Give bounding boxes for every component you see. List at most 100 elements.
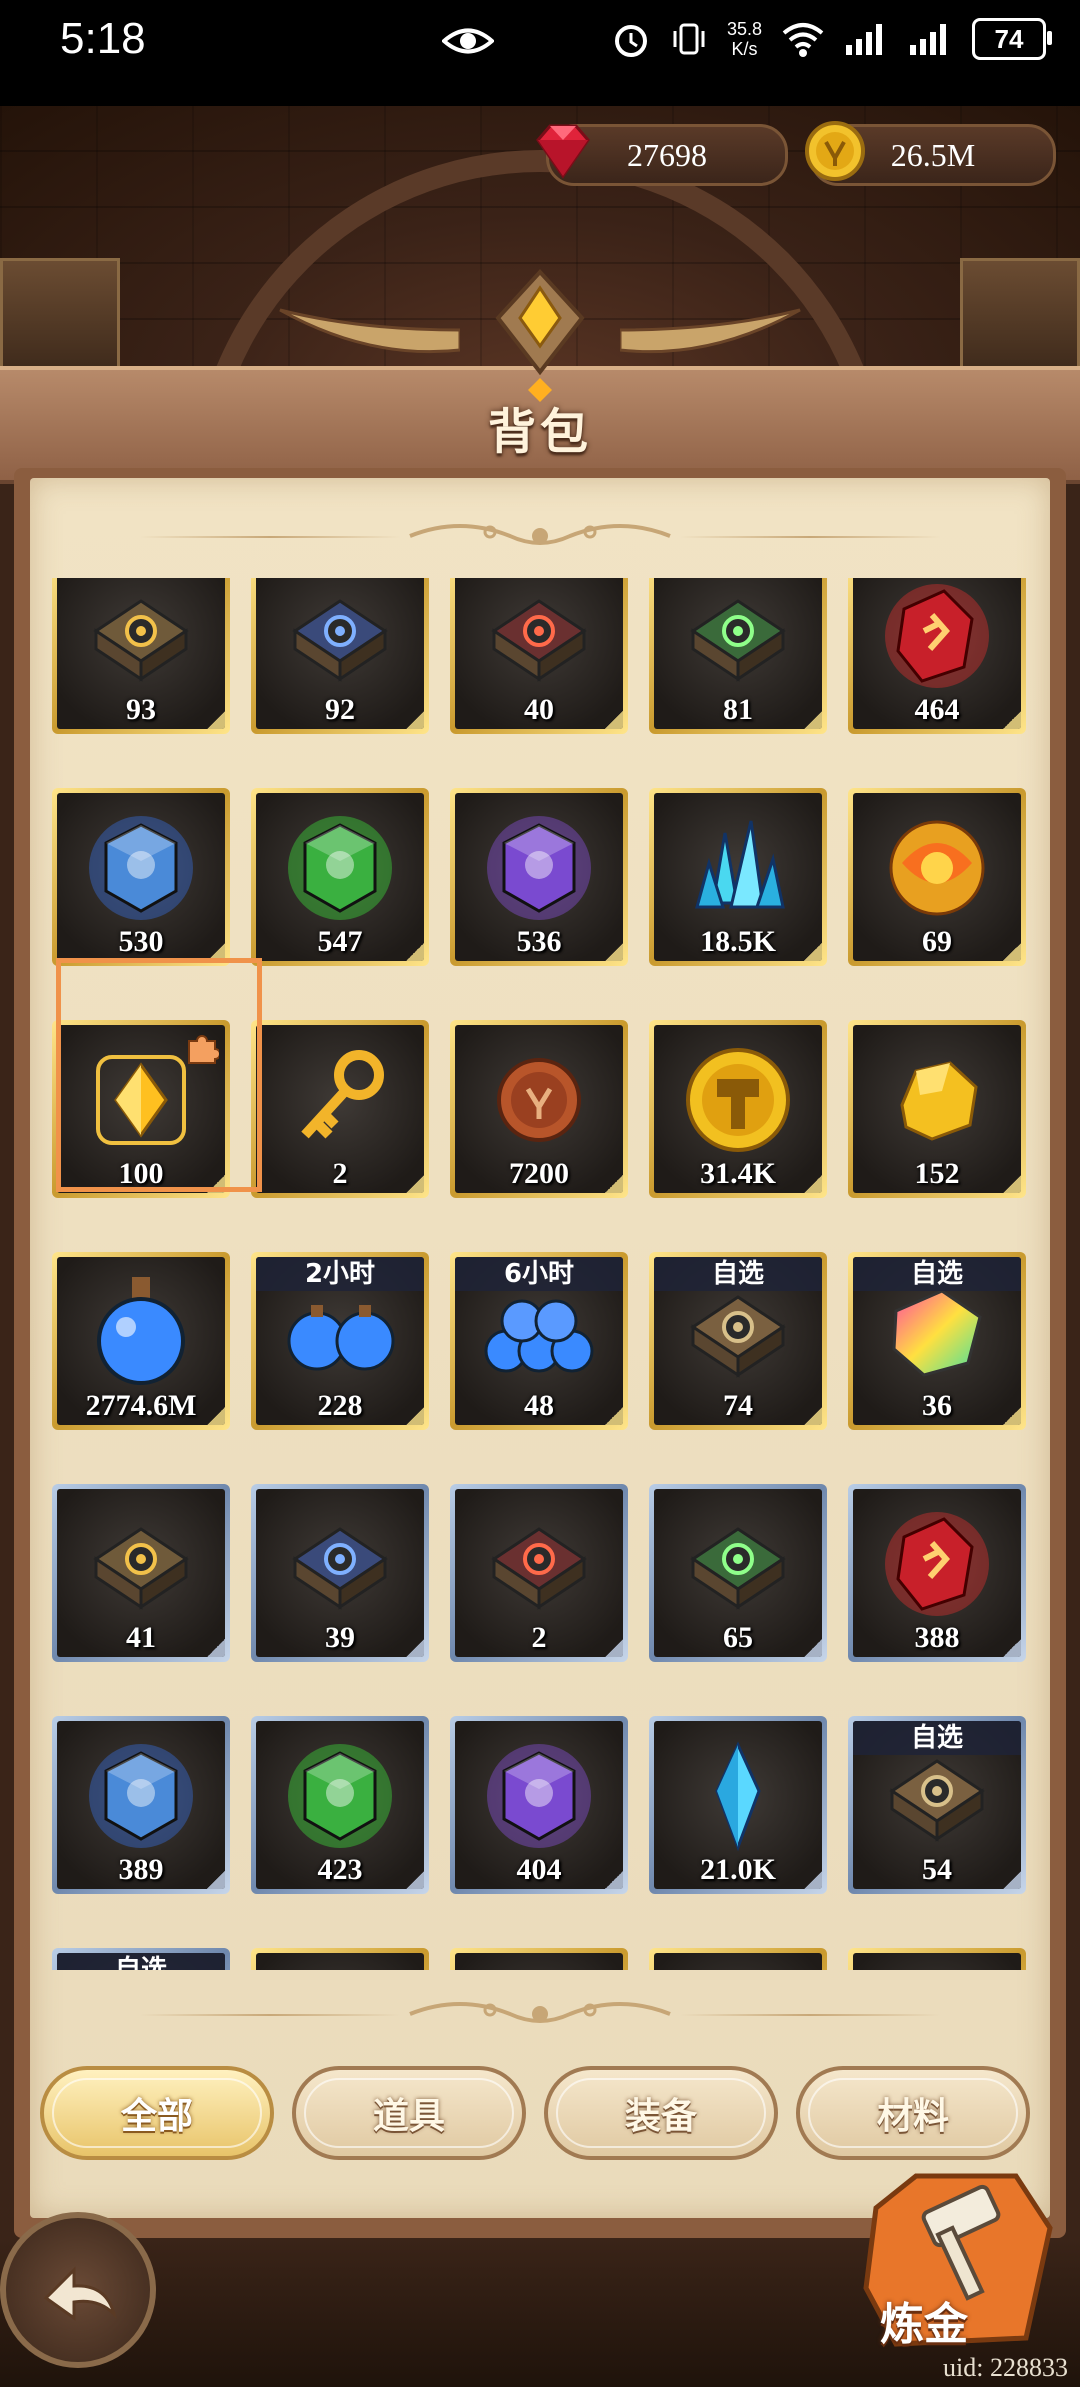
item-count: 404 xyxy=(516,1853,562,1886)
slot-inner: 2774.6M xyxy=(57,1257,225,1425)
partial-item-icon xyxy=(474,1963,604,1970)
gold-count: 26.5M xyxy=(890,136,976,173)
item-count: 388 xyxy=(914,1621,960,1654)
divider-left-bottom xyxy=(140,2014,400,2016)
green-skill-book-icon xyxy=(673,578,803,705)
inventory-slot[interactable]: 93 xyxy=(52,578,230,734)
inventory-scroll-area[interactable]: 93 92 40 81 464 530 547 536 18.5K 69 100 2 7200 31.4K… xyxy=(30,578,1050,1970)
divider-left xyxy=(140,536,400,538)
item-count: 74 xyxy=(723,1389,753,1422)
slot-inner: 2 xyxy=(256,1025,424,1193)
inventory-slot[interactable]: 7200 xyxy=(450,1020,628,1198)
inventory-row: 389 423 404 21.0K 自选 54 xyxy=(52,1716,1026,1894)
inventory-slot[interactable]: 388 xyxy=(848,1484,1026,1662)
item-count: 389 xyxy=(118,1853,164,1886)
inventory-row: 93 92 40 81 464 xyxy=(52,578,1026,734)
inventory-slot[interactable]: 404 xyxy=(450,1716,628,1894)
slot-inner: 41 xyxy=(57,1489,225,1657)
inventory-slot[interactable] xyxy=(848,1948,1026,1970)
inventory-slot[interactable]: 自选 36 xyxy=(848,1252,1026,1430)
tab-materials[interactable]: 材料 xyxy=(796,2066,1030,2160)
tab-equipment[interactable]: 装备 xyxy=(544,2066,778,2160)
inventory-slot[interactable]: 自选 xyxy=(52,1948,230,1970)
item-count: 2 xyxy=(332,1157,348,1190)
alarm-icon xyxy=(614,25,647,57)
inventory-slot[interactable]: 自选 74 xyxy=(649,1252,827,1430)
status-time: 5:18 xyxy=(60,14,146,63)
status-bar: 5:18 35.8 K/s 74 xyxy=(0,0,1080,106)
gold-key-icon xyxy=(275,1035,405,1169)
slot-inner: 92 xyxy=(256,578,424,729)
inventory-slot[interactable]: 69 xyxy=(848,788,1026,966)
back-button[interactable] xyxy=(0,2212,156,2368)
inventory-slot[interactable]: 21.0K xyxy=(649,1716,827,1894)
slot-inner: 21.0K xyxy=(654,1721,822,1889)
inventory-slot[interactable]: 6小时 48 xyxy=(450,1252,628,1430)
purple-stone-icon xyxy=(474,1731,604,1865)
item-count: 21.0K xyxy=(700,1853,776,1886)
inventory-slot[interactable]: 92 xyxy=(251,578,429,734)
slot-inner: 547 xyxy=(256,793,424,961)
net-speed: 35.8 K/s xyxy=(726,19,762,59)
hammer-coin-icon xyxy=(673,1035,803,1169)
inventory-slot[interactable]: 536 xyxy=(450,788,628,966)
inventory-slot[interactable]: 530 xyxy=(52,788,230,966)
divider-right xyxy=(680,536,940,538)
inventory-slot[interactable]: 389 xyxy=(52,1716,230,1894)
inventory-slot[interactable]: 81 xyxy=(649,578,827,734)
tab-items[interactable]: 道具 xyxy=(292,2066,526,2160)
inventory-row: 2774.6M 2小时 228 6小时 48 自选 74 自选 36 xyxy=(52,1252,1026,1430)
right-wing-ornament xyxy=(620,308,801,354)
slot-inner: 69 xyxy=(853,793,1021,961)
item-count: 530 xyxy=(118,925,164,958)
vibrate-icon xyxy=(673,23,705,55)
inventory-slot[interactable]: 自选 54 xyxy=(848,1716,1026,1894)
inventory-slot[interactable]: 41 xyxy=(52,1484,230,1662)
inventory-slot[interactable]: 2 xyxy=(251,1020,429,1198)
slot-inner: 7200 xyxy=(455,1025,623,1193)
inventory-slot[interactable]: 39 xyxy=(251,1484,429,1662)
slot-inner: 152 xyxy=(853,1025,1021,1193)
item-count: 7200 xyxy=(509,1157,569,1190)
inventory-slot[interactable] xyxy=(251,1948,429,1970)
blue-skill-book-icon xyxy=(275,578,405,705)
item-count: 41 xyxy=(126,1621,156,1654)
slot-inner: 536 xyxy=(455,793,623,961)
inventory-slot[interactable]: 547 xyxy=(251,788,429,966)
bronze-coin-icon xyxy=(474,1035,604,1169)
slot-inner: 18.5K xyxy=(654,793,822,961)
slot-inner: 93 xyxy=(57,578,225,729)
inventory-slot[interactable]: 464 xyxy=(848,578,1026,734)
slot-inner: 464 xyxy=(853,578,1021,729)
inventory-slot[interactable]: 31.4K xyxy=(649,1020,827,1198)
inventory-slot[interactable]: 40 xyxy=(450,578,628,734)
inventory-slot[interactable]: 2 xyxy=(450,1484,628,1662)
inventory-slot[interactable]: 2774.6M xyxy=(52,1252,230,1430)
scroll-ornament-top xyxy=(409,524,671,545)
inventory-slot[interactable]: 65 xyxy=(649,1484,827,1662)
gem-count: 27698 xyxy=(627,136,707,173)
slot-tag: 自选 xyxy=(853,1721,1021,1755)
inventory-slot[interactable]: 423 xyxy=(251,1716,429,1894)
ruby-gem-icon xyxy=(536,124,590,179)
item-count: 423 xyxy=(317,1853,363,1886)
inventory-slot[interactable]: 18.5K xyxy=(649,788,827,966)
left-wing-ornament xyxy=(279,308,460,354)
back-arrow-icon xyxy=(43,2266,117,2321)
slot-inner: 2小时 228 xyxy=(256,1257,424,1425)
blue-potion-icon xyxy=(76,1267,206,1401)
slot-inner: 自选 xyxy=(57,1953,225,1970)
inventory-slot[interactable]: 2小时 228 xyxy=(251,1252,429,1430)
tab-all[interactable]: 全部 xyxy=(40,2066,274,2160)
divider-right-bottom xyxy=(680,2014,940,2016)
inventory-slot[interactable] xyxy=(450,1948,628,1970)
inventory-slot[interactable] xyxy=(649,1948,827,1970)
slot-inner xyxy=(654,1953,822,1970)
slot-tag: 自选 xyxy=(654,1257,822,1291)
slot-inner: 388 xyxy=(853,1489,1021,1657)
partial-item-icon xyxy=(872,1963,1002,1970)
inventory-slot[interactable]: 152 xyxy=(848,1020,1026,1198)
inventory-row: 自选 xyxy=(52,1948,1026,1970)
slot-inner: 389 xyxy=(57,1721,225,1889)
item-count: 40 xyxy=(524,693,554,726)
